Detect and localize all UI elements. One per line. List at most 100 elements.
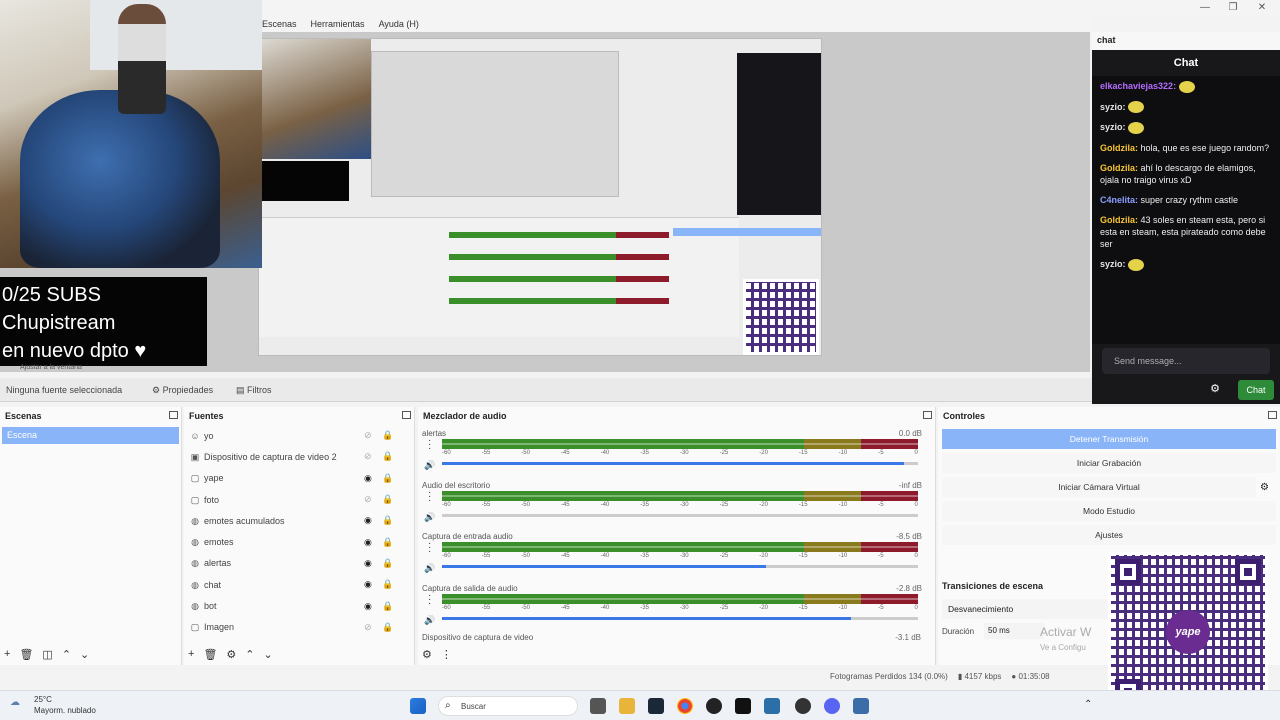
volume-slider[interactable] xyxy=(442,462,918,465)
file-explorer-icon[interactable] xyxy=(619,698,635,714)
app-icon[interactable] xyxy=(706,698,722,714)
menu-dots-icon[interactable]: · · · xyxy=(428,590,431,608)
unlock-icon[interactable]: 🔒 xyxy=(382,494,393,505)
filters-button[interactable]: ▤ Filtros xyxy=(236,378,272,402)
speaker-icon[interactable]: 🔊 xyxy=(424,615,435,626)
start-virtual-camera-button[interactable]: Iniciar Cámara Virtual xyxy=(942,477,1256,497)
app-icon[interactable] xyxy=(853,698,869,714)
chrome-icon[interactable] xyxy=(677,698,693,714)
eye-icon[interactable]: ◉ xyxy=(364,601,372,612)
menu-dots-icon[interactable]: · · · xyxy=(428,436,431,454)
eye-icon[interactable]: ◉ xyxy=(364,579,372,590)
taskbar-search[interactable]: ⌕ Buscar xyxy=(438,696,578,716)
unlock-icon[interactable]: 🔒 xyxy=(382,558,393,569)
source-item[interactable]: ▣ Dispositivo de captura de video 2 ⊘ 🔒 xyxy=(184,446,414,467)
lock-icon[interactable]: 🔒 xyxy=(382,622,393,633)
gear-icon[interactable]: ⚙ xyxy=(1210,382,1220,395)
eye-icon[interactable]: ◉ xyxy=(364,515,372,526)
eye-off-icon[interactable]: ⊘ xyxy=(364,430,372,441)
lock-icon[interactable]: 🔒 xyxy=(382,601,393,612)
down-icon[interactable]: ⌄ xyxy=(80,648,89,661)
volume-slider[interactable] xyxy=(442,513,918,517)
studio-mode-button[interactable]: Modo Estudio xyxy=(942,501,1276,521)
mixer-channel-db: -2.8 dB xyxy=(896,583,922,593)
task-view-icon[interactable] xyxy=(590,698,606,714)
undock-icon[interactable] xyxy=(1268,411,1277,419)
audio-mixer-panel: Mezclador de audio alertas 0.0 dB · · · -60 -5… xyxy=(418,407,936,665)
source-item[interactable]: ▢ yape ◉ 🔒 xyxy=(184,468,414,489)
up-icon[interactable]: ⌃ xyxy=(245,648,254,661)
gear-icon[interactable]: ⚙ xyxy=(226,648,236,661)
settings-button[interactable]: Ajustes xyxy=(942,525,1276,545)
volume-slider-fill xyxy=(442,616,852,620)
discord-icon[interactable] xyxy=(824,698,840,714)
speaker-icon[interactable]: 🔊 xyxy=(424,460,435,471)
eye-icon[interactable]: ◉ xyxy=(364,473,372,484)
gear-icon[interactable]: ⚙ xyxy=(422,648,432,661)
obs-icon[interactable] xyxy=(795,698,811,714)
nested-subs-overlay xyxy=(259,161,349,201)
eye-icon[interactable]: ◉ xyxy=(364,558,372,569)
steam-icon[interactable] xyxy=(648,698,664,714)
undock-icon[interactable] xyxy=(169,411,178,419)
speaker-icon[interactable]: 🔊 xyxy=(424,512,435,523)
add-icon[interactable]: + xyxy=(188,648,194,661)
close-button[interactable]: ✕ xyxy=(1255,2,1269,14)
unlock-icon[interactable]: 🔒 xyxy=(382,515,393,526)
source-item[interactable]: ▢ foto ⊘ 🔒 xyxy=(184,489,414,510)
chat-send-button[interactable]: Chat xyxy=(1238,380,1274,400)
unlock-icon[interactable]: 🔒 xyxy=(382,537,393,548)
eye-off-icon[interactable]: ⊘ xyxy=(364,622,372,633)
scene-item[interactable]: Escena xyxy=(2,427,179,444)
menu-herramientas[interactable]: Herramientas xyxy=(311,16,365,32)
menu-dots-icon[interactable]: ⋮ xyxy=(441,648,452,661)
chat-message-input[interactable]: Send message... xyxy=(1102,348,1270,374)
source-item[interactable]: ▢ Imagen ⊘ 🔒 xyxy=(184,617,414,638)
stop-streaming-button[interactable]: Detener Transmisión xyxy=(942,429,1276,449)
minimize-button[interactable]: — xyxy=(1198,2,1212,14)
source-item[interactable]: ☺ yo ⊘ 🔒 xyxy=(184,425,414,446)
menu-ayuda[interactable]: Ayuda (H) xyxy=(379,16,419,32)
chevron-up-icon[interactable]: ⌃ xyxy=(1084,699,1092,710)
meter-tick: -45 xyxy=(560,450,570,456)
filter-icon[interactable]: ◫ xyxy=(42,648,52,661)
volume-slider[interactable] xyxy=(442,616,918,620)
epic-games-icon[interactable] xyxy=(735,698,751,714)
source-item[interactable]: ◍ bot ◉ 🔒 xyxy=(184,595,414,616)
down-icon[interactable]: ⌄ xyxy=(264,648,273,661)
preview-canvas[interactable] xyxy=(258,38,822,356)
activate-windows-text: Activar W xyxy=(1040,625,1092,639)
menu-escenas[interactable]: Escenas xyxy=(262,16,297,32)
source-item[interactable]: ◍ emotes ◉ 🔒 xyxy=(184,531,414,552)
eye-icon[interactable]: ◉ xyxy=(364,537,372,548)
undock-icon[interactable] xyxy=(402,411,411,419)
eye-off-icon[interactable]: ⊘ xyxy=(364,494,372,505)
unlock-icon[interactable]: 🔒 xyxy=(382,579,393,590)
source-toolbar: Ninguna fuente seleccionada ⚙ Propiedade… xyxy=(0,378,1280,402)
properties-button[interactable]: ⚙ Propiedades xyxy=(152,378,213,402)
notes-icon[interactable] xyxy=(764,698,780,714)
source-item[interactable]: ◍ emotes acumulados ◉ 🔒 xyxy=(184,510,414,531)
unlock-icon[interactable]: 🔒 xyxy=(382,430,393,441)
menu-dots-icon[interactable]: · · · xyxy=(428,487,431,505)
trash-icon[interactable]: 🗑 xyxy=(203,648,217,661)
fit-to-window-label[interactable]: Ajustar a la ventana xyxy=(20,364,82,371)
unlock-icon[interactable]: 🔒 xyxy=(382,473,393,484)
source-item[interactable]: ◍ chat ◉ 🔒 xyxy=(184,574,414,595)
duration-input[interactable]: 50 ms xyxy=(984,623,1044,639)
eye-off-icon[interactable]: ⊘ xyxy=(364,451,372,462)
unlock-icon[interactable]: 🔒 xyxy=(382,451,393,462)
volume-slider[interactable] xyxy=(442,565,918,568)
maximize-button[interactable]: ❐ xyxy=(1226,2,1240,14)
transition-select[interactable]: Desvanecimiento xyxy=(942,599,1112,619)
speaker-icon[interactable]: 🔊 xyxy=(424,563,435,574)
undock-icon[interactable] xyxy=(923,411,932,419)
trash-icon[interactable]: 🗑 xyxy=(19,648,33,661)
gear-icon[interactable]: ⚙ xyxy=(1260,482,1269,493)
windows-start-icon[interactable] xyxy=(410,698,426,714)
menu-dots-icon[interactable]: · · · xyxy=(428,539,431,557)
source-item[interactable]: ◍ alertas ◉ 🔒 xyxy=(184,553,414,574)
add-icon[interactable]: + xyxy=(4,648,10,661)
up-icon[interactable]: ⌃ xyxy=(62,648,71,661)
start-recording-button[interactable]: Iniciar Grabación xyxy=(942,453,1276,473)
